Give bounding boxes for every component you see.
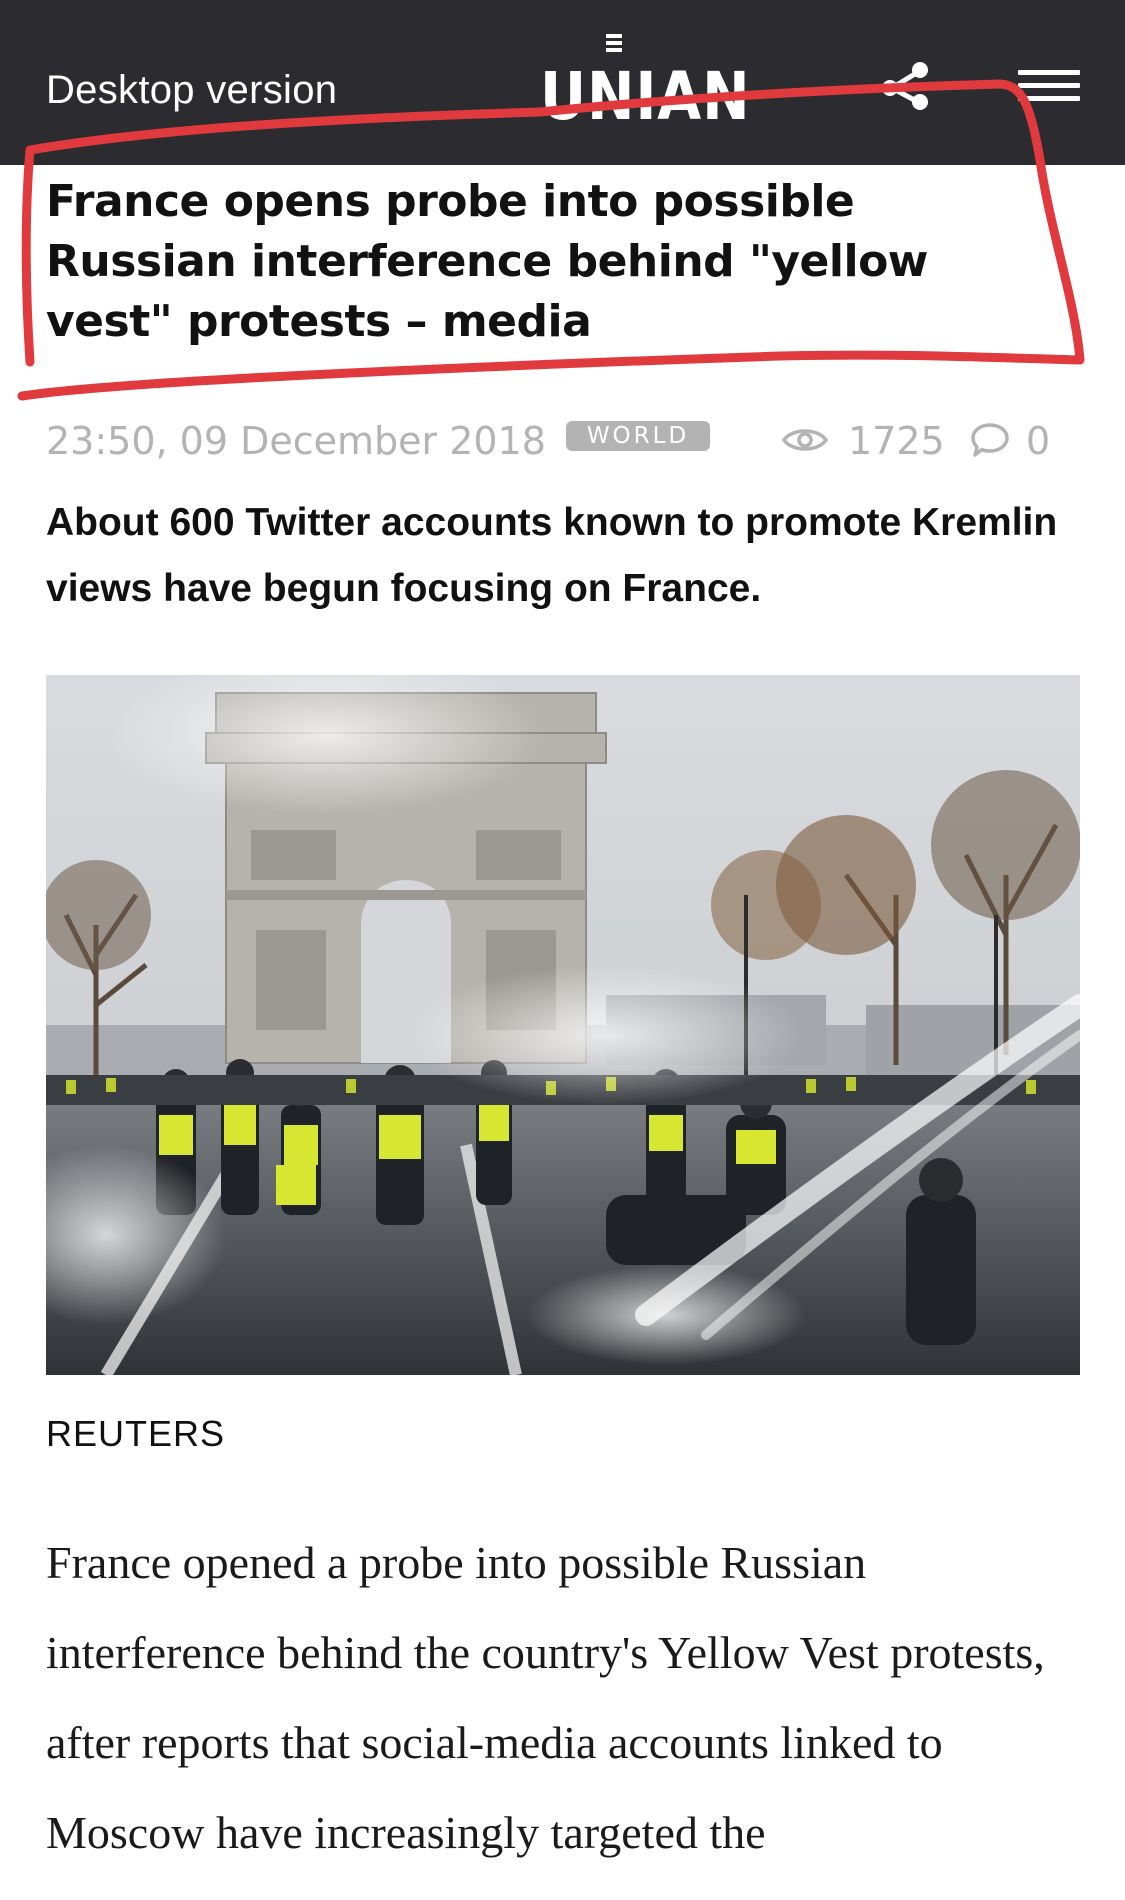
article-headline: France opens probe into possible Russian… — [46, 176, 928, 347]
eye-icon — [782, 429, 828, 451]
unian-logo[interactable]: UNIAN — [540, 30, 751, 140]
hamburger-menu-icon[interactable] — [1018, 70, 1080, 104]
view-count: 1725 — [848, 419, 945, 463]
logo-mark-icon — [606, 34, 622, 52]
category-badge[interactable]: WORLD — [566, 421, 710, 451]
article-lead: About 600 Twitter accounts known to prom… — [46, 501, 1058, 610]
top-bar: Desktop version UNIAN — [0, 0, 1125, 165]
comment-icon[interactable] — [970, 421, 1010, 459]
comment-count: 0 — [1026, 419, 1051, 463]
article-photo — [46, 675, 1080, 1375]
logo-text: UNIAN — [540, 58, 751, 135]
publish-date: 23:50, 09 December 2018 — [46, 419, 546, 463]
protest-photo-image — [46, 675, 1080, 1375]
share-icon[interactable] — [878, 58, 934, 114]
desktop-version-link[interactable]: Desktop version — [46, 68, 337, 113]
image-credit: REUTERS — [46, 1413, 226, 1454]
article-meta: 23:50, 09 December 2018 WORLD 1725 0 — [46, 415, 1086, 465]
article-body: France opened a probe into possible Russ… — [46, 1537, 1045, 1858]
